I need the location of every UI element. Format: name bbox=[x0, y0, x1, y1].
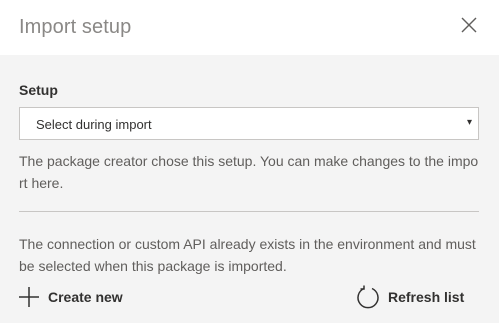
dialog-title: Import setup bbox=[19, 16, 132, 38]
plus-icon bbox=[19, 287, 39, 307]
refresh-list-button[interactable]: Refresh list bbox=[355, 284, 464, 310]
divider bbox=[19, 211, 479, 212]
setup-label: Setup bbox=[19, 82, 58, 98]
connection-description: The connection or custom API already exi… bbox=[19, 236, 476, 274]
setup-description: The package creator chose this setup. Yo… bbox=[19, 153, 479, 191]
create-new-button[interactable]: Create new bbox=[17, 284, 123, 310]
refresh-list-label: Refresh list bbox=[388, 289, 465, 305]
setup-select[interactable]: Select during import ▾ bbox=[19, 107, 479, 140]
create-new-label: Create new bbox=[48, 289, 123, 305]
dialog-header: Import setup bbox=[0, 0, 499, 55]
close-button[interactable] bbox=[456, 12, 482, 38]
chevron-down-icon: ▾ bbox=[466, 117, 472, 128]
setup-select-value: Select during import bbox=[36, 117, 152, 132]
refresh-icon bbox=[357, 285, 379, 309]
close-icon bbox=[461, 17, 477, 33]
